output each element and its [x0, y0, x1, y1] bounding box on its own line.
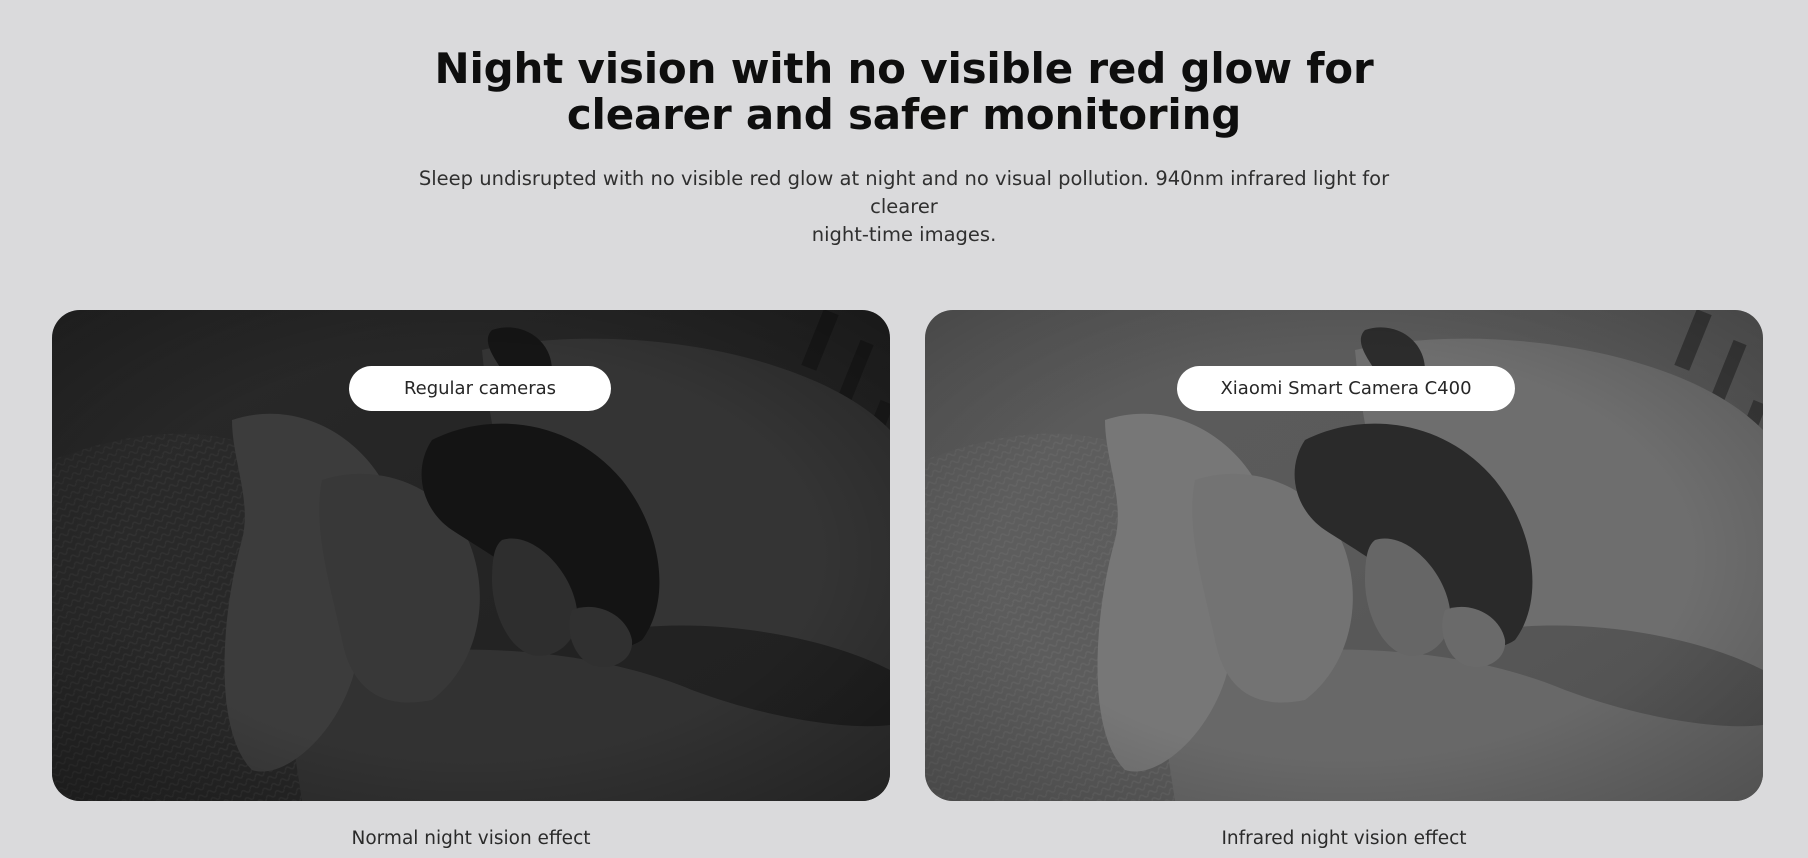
- regular-camera-panel: Regular cameras: [52, 310, 890, 801]
- page-title: Night vision with no visible red glow fo…: [0, 46, 1808, 138]
- xiaomi-camera-panel: Xiaomi Smart Camera C400: [925, 310, 1763, 801]
- xiaomi-camera-label: Xiaomi Smart Camera C400: [1177, 366, 1515, 411]
- title-line-2: clearer and safer monitoring: [566, 90, 1242, 140]
- normal-night-vision-caption: Normal night vision effect: [351, 828, 591, 849]
- subtitle-line-1: Sleep undisrupted with no visible red gl…: [418, 166, 1390, 218]
- page-subtitle: Sleep undisrupted with no visible red gl…: [404, 165, 1404, 249]
- subtitle-line-2: night-time images.: [811, 222, 997, 246]
- title-line-1: Night vision with no visible red glow fo…: [434, 44, 1374, 94]
- infrared-night-vision-caption: Infrared night vision effect: [1221, 828, 1467, 849]
- regular-cameras-label: Regular cameras: [349, 366, 611, 411]
